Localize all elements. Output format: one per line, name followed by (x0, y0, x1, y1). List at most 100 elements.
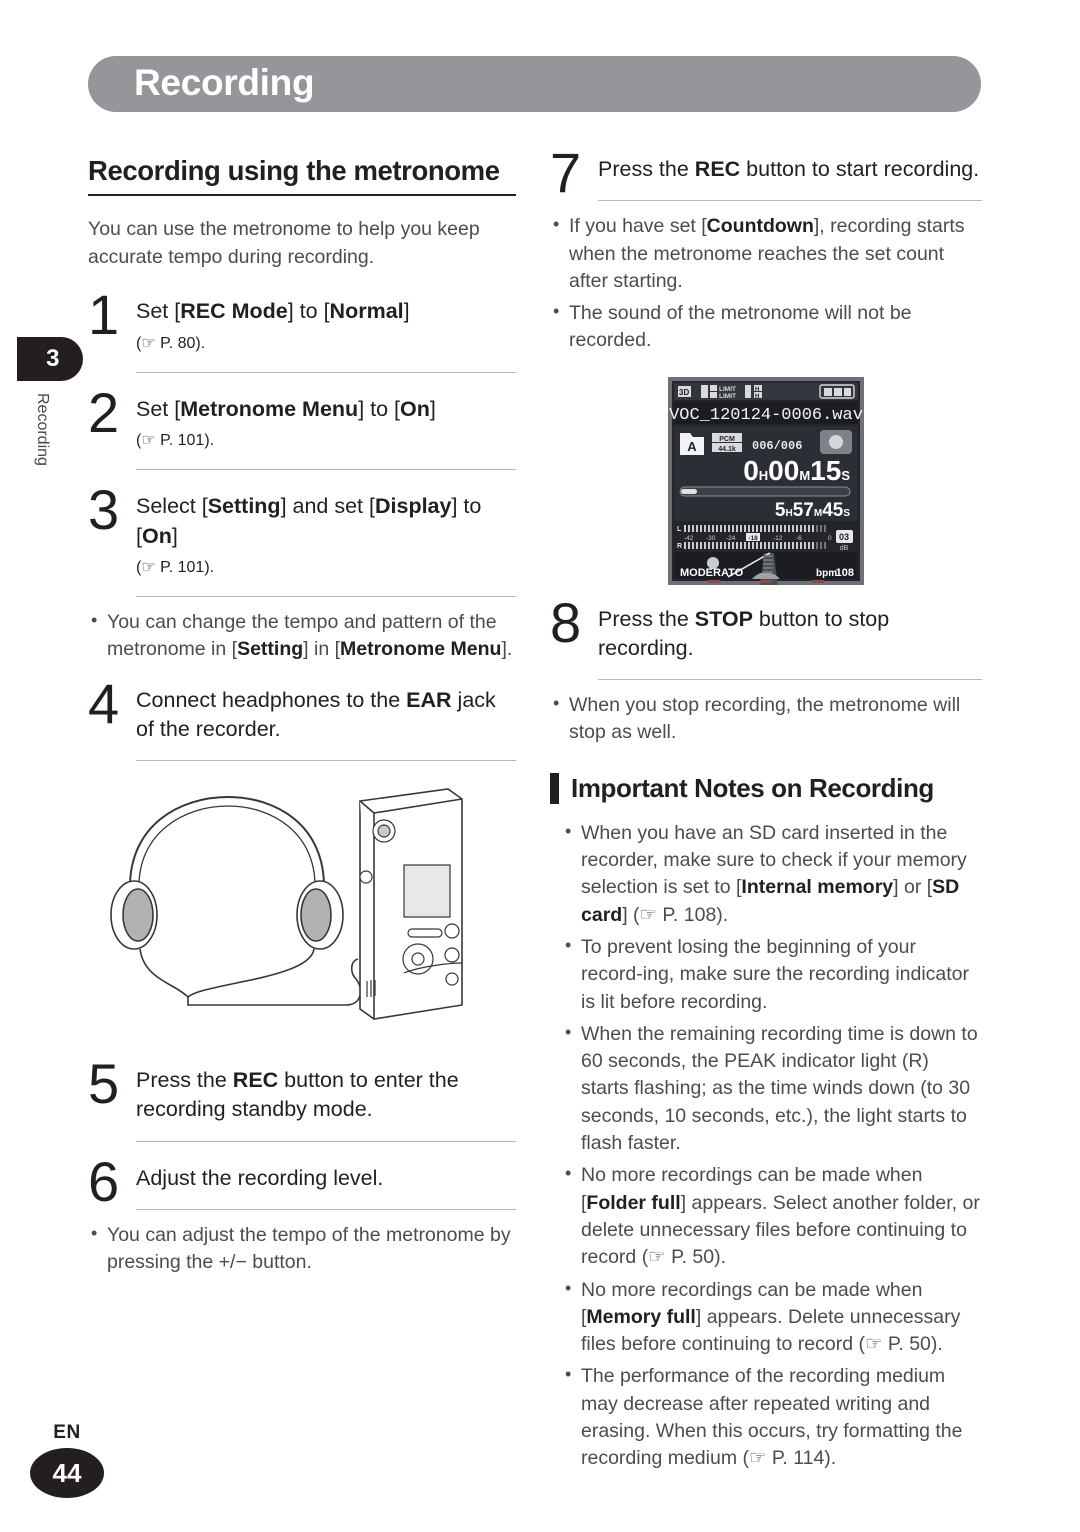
note-item: When the remaining recording time is dow… (562, 1020, 982, 1157)
lcd-tempo-name: MODERATO (680, 567, 744, 579)
page-reference: (☞ P. 101). (136, 558, 215, 576)
divider (136, 596, 516, 598)
svg-text:-24: -24 (726, 535, 736, 542)
svg-text:LIMIT: LIMIT (719, 393, 736, 400)
step-7: 7 Press the REC button to start recordin… (550, 144, 982, 200)
note-item: No more recordings can be made when [Fol… (562, 1161, 982, 1271)
lcd-meter-right-label: R (677, 543, 682, 550)
svg-text:-12: -12 (773, 535, 783, 542)
step-number: 2 (88, 380, 120, 444)
lcd-elapsed-s: 15 (810, 455, 841, 486)
step-text: Select [Setting] and set [Display] to [O… (136, 494, 482, 576)
lcd-rec-level: 03 (839, 532, 849, 542)
lcd-elapsed-m-unit: M (799, 468, 810, 483)
note-item: When you stop recording, the metronome w… (550, 691, 982, 747)
lcd-screenshot: 3D LIMIT LIMIT H H VOC_120124-0006.wav A… (550, 376, 982, 585)
section-intro: You can use the metronome to help you ke… (88, 218, 480, 268)
step-text: Adjust the recording level. (136, 1165, 384, 1190)
lcd-meter-unit: dB (840, 545, 849, 552)
step-number: 1 (88, 283, 120, 347)
step-text: Set [REC Mode] to [Normal] (☞ P. 80). (136, 299, 410, 352)
divider (136, 1140, 516, 1142)
lcd-file-index: 006/006 (752, 439, 802, 453)
note-item: If you have set [Countdown], recording s… (550, 212, 982, 295)
lcd-remaining-s: 45 (822, 500, 844, 521)
chapter-number: 3 (46, 345, 60, 372)
svg-text:-6: -6 (796, 535, 802, 542)
lcd-meter-left-label: L (677, 526, 682, 533)
lcd-folder: A (687, 439, 697, 454)
page-header-bar: Recording (88, 56, 981, 112)
lcd-remaining-m-unit: M (814, 508, 822, 519)
divider (136, 760, 516, 762)
svg-text:LIMIT: LIMIT (719, 386, 736, 393)
step-1: 1 Set [REC Mode] to [Normal] (☞ P. 80). (88, 287, 516, 367)
important-notes-list: When you have an SD card inserted in the… (562, 819, 982, 1473)
step-3: 3 Select [Setting] and set [Display] to … (88, 482, 516, 592)
step-4: 4 Connect headphones to the EAR jack of … (88, 675, 516, 756)
lcd-elapsed-h-unit: H (759, 468, 768, 483)
lcd-remaining-s-unit: S (843, 508, 850, 519)
divider (598, 200, 982, 202)
headphones-recorder-svg (110, 788, 463, 1020)
step-number: 3 (88, 478, 120, 542)
section-title: Recording using the metronome (88, 155, 516, 196)
svg-text:3D: 3D (679, 388, 689, 397)
step-6-notes: You can adjust the tempo of the metronom… (88, 1221, 516, 1277)
lcd-elapsed-h: 0 (743, 455, 759, 486)
lcd-elapsed-s-unit: S (841, 468, 850, 483)
recorder-lcd-svg: 3D LIMIT LIMIT H H VOC_120124-0006.wav A… (668, 376, 864, 585)
step-text: Press the REC button to enter the record… (136, 1068, 459, 1122)
important-notes-header: Important Notes on Recording (550, 772, 982, 804)
lcd-remaining-m: 57 (793, 500, 814, 521)
lcd-meter-scale-18: -18 (748, 535, 758, 542)
step-number: 7 (550, 141, 582, 204)
page-title: Recording (134, 62, 315, 104)
lcd-remaining-h-unit: H (785, 508, 792, 519)
step-number: 6 (88, 1149, 120, 1213)
step-8: 8 Press the STOP button to stop recordin… (550, 594, 982, 675)
step-3-notes: You can change the tempo and pattern of … (88, 608, 516, 664)
note-item: The performance of the recording medium … (562, 1362, 982, 1472)
step-number: 4 (88, 671, 120, 735)
important-notes-title: Important Notes on Recording (571, 772, 934, 803)
step-text: Connect headphones to the EAR jack of th… (136, 687, 496, 741)
section-marker-icon (550, 772, 559, 804)
lcd-bpm-label: bpm (816, 568, 837, 579)
chapter-side-label: Recording (34, 393, 51, 466)
svg-text:0: 0 (828, 535, 832, 542)
divider (136, 1208, 516, 1210)
right-column: 7 Press the REC button to start recordin… (550, 144, 982, 1495)
lcd-rate: 44.1k (718, 446, 736, 453)
lcd-elapsed-m: 00 (768, 455, 799, 486)
page-number: 44 (30, 1448, 104, 1498)
divider (136, 469, 516, 471)
step-2: 2 Set [Metronome Menu] to [On] (☞ P. 101… (88, 384, 516, 465)
step-text: Set [Metronome Menu] to [On] (☞ P. 101). (136, 396, 436, 450)
note-item: The sound of the metronome will not be r… (550, 299, 982, 355)
step-7-notes: If you have set [Countdown], recording s… (550, 212, 982, 355)
left-column: Recording using the metronome You can us… (88, 155, 516, 1298)
lcd-format: PCM (719, 436, 735, 443)
lcd-filename: VOC_120124-0006.wav (669, 406, 863, 425)
step-text: Press the STOP button to stop recording. (598, 606, 890, 660)
lcd-remaining-h: 5 (775, 500, 786, 521)
step-8-notes: When you stop recording, the metronome w… (550, 691, 982, 747)
headphones-recorder-illustration (88, 783, 516, 1038)
svg-text:-30: -30 (706, 535, 716, 542)
note-item: To prevent losing the beginning of your … (562, 933, 982, 1016)
svg-text:-42: -42 (684, 535, 694, 542)
step-number: 8 (550, 590, 582, 654)
chapter-tab: 3 (17, 337, 83, 381)
language-code: EN (53, 1422, 81, 1443)
page-footer: EN 44 (30, 1422, 104, 1498)
page-reference: (☞ P. 101). (136, 432, 215, 450)
manual-page: 3 Recording Recording Recording using th… (0, 0, 1080, 1532)
step-6: 6 Adjust the recording level. (88, 1153, 516, 1209)
note-item: When you have an SD card inserted in the… (562, 819, 982, 929)
lcd-bpm-value: 108 (836, 567, 854, 579)
step-5: 5 Press the REC button to enter the reco… (88, 1056, 516, 1136)
note-item: You can adjust the tempo of the metronom… (88, 1221, 516, 1277)
note-item: No more recordings can be made when [Mem… (562, 1276, 982, 1359)
note-item: You can change the tempo and pattern of … (88, 608, 516, 664)
